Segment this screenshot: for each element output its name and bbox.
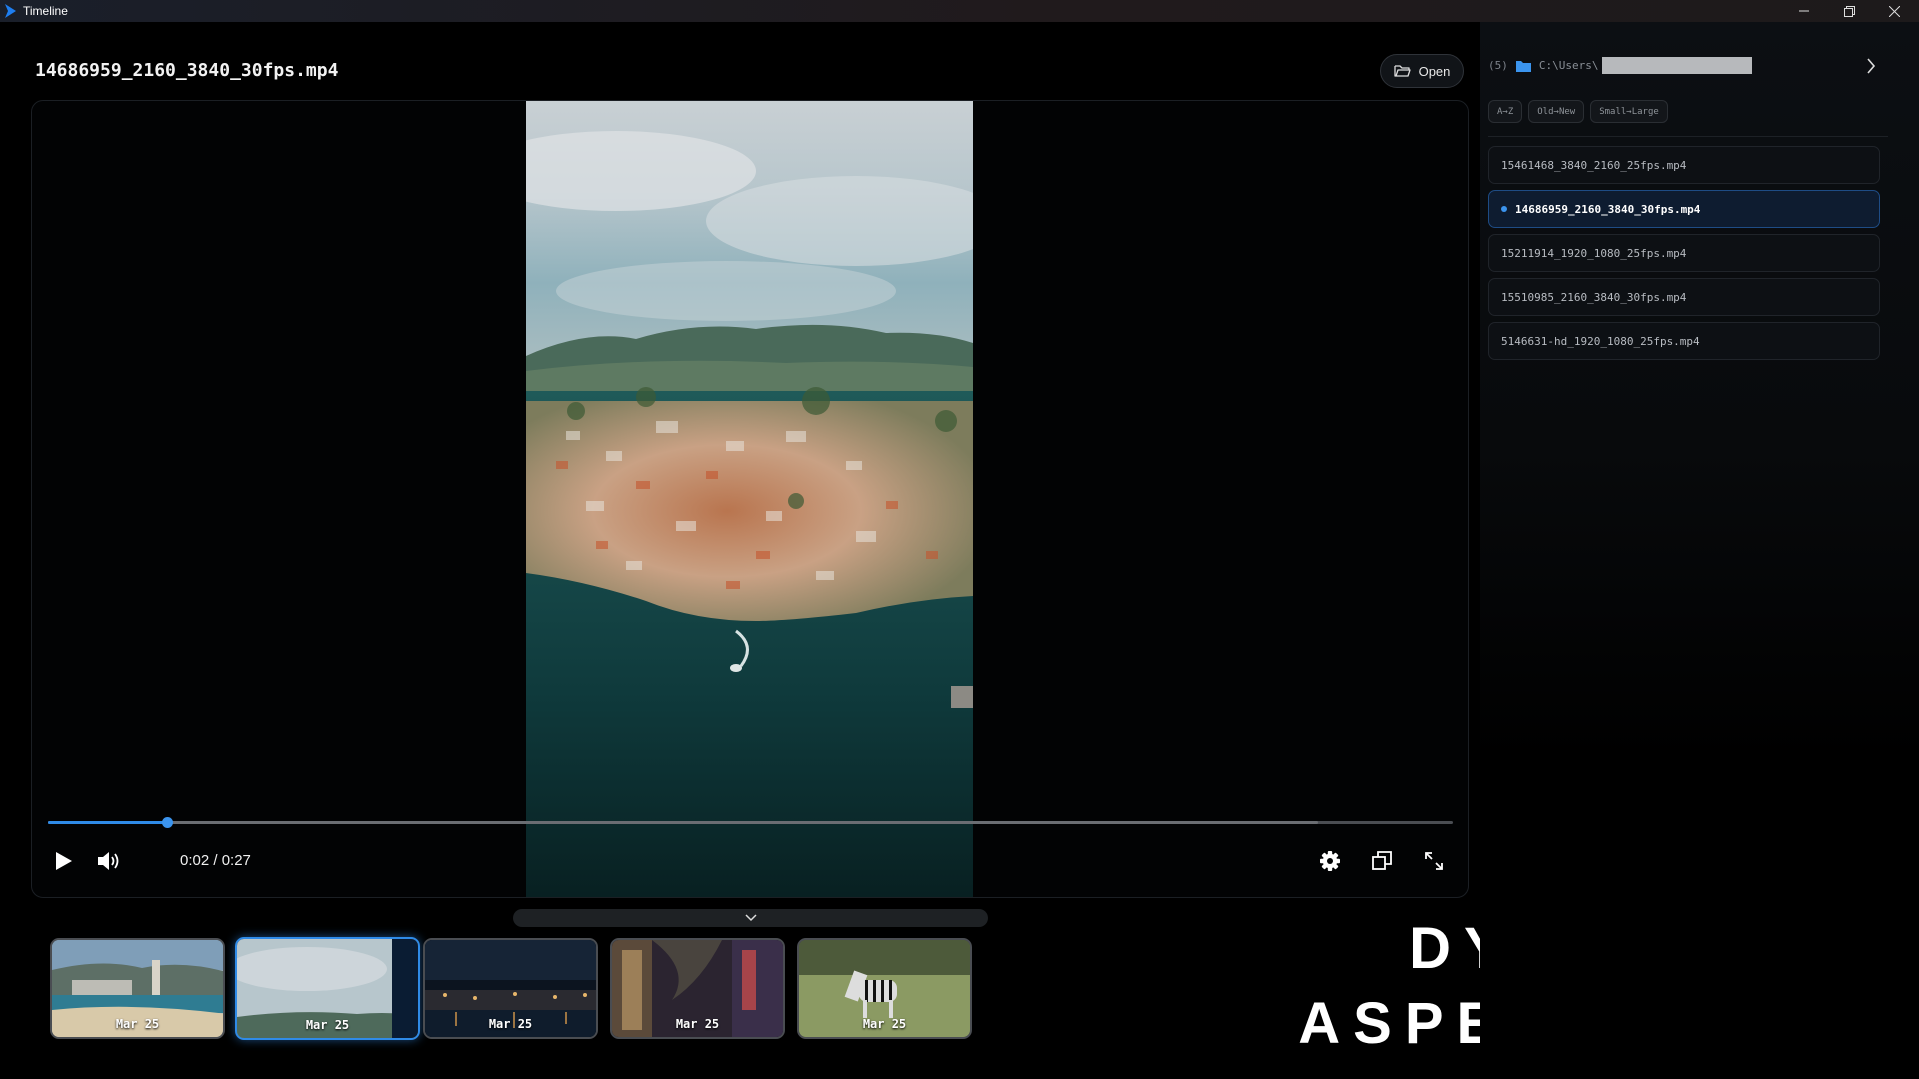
minimize-icon[interactable]: [1782, 0, 1826, 22]
video-frame: [526, 101, 973, 897]
sort-size-button[interactable]: Small→Large: [1590, 100, 1668, 123]
fullscreen-button[interactable]: [1419, 847, 1449, 875]
app-icon: [5, 4, 16, 18]
settings-button[interactable]: [1315, 847, 1345, 875]
thumbnail-night-city[interactable]: Mar 25: [423, 938, 598, 1039]
thumbnail-aerial-town[interactable]: Mar 25: [235, 937, 420, 1040]
file-list-item[interactable]: 15211914_1920_1080_25fps.mp4: [1488, 234, 1880, 272]
aerial-town-video-image: [526, 101, 973, 897]
open-button-label: Open: [1418, 63, 1451, 79]
thumbnail-beach[interactable]: Mar 25: [50, 938, 225, 1039]
thumbnail-date: Mar 25: [305, 1018, 350, 1032]
chevron-down-icon: [744, 914, 757, 922]
title-bar: Timeline: [0, 0, 1919, 22]
folder-icon: [1515, 60, 1531, 72]
file-list-item-selected[interactable]: 14686959_2160_3840_30fps.mp4: [1488, 190, 1880, 228]
file-name: 15461468_3840_2160_25fps.mp4: [1501, 158, 1687, 172]
file-name: 15211914_1920_1080_25fps.mp4: [1501, 246, 1687, 260]
thumbnail-street-night[interactable]: Mar 25: [610, 938, 785, 1039]
chevron-right-icon: [1867, 58, 1876, 74]
seek-bar[interactable]: [48, 817, 1453, 828]
open-button[interactable]: Open: [1380, 54, 1464, 88]
sort-name-button[interactable]: A→Z: [1488, 100, 1523, 123]
picture-in-picture-button[interactable]: [1367, 847, 1397, 875]
gear-icon: [1320, 851, 1340, 871]
selected-indicator-icon: [1501, 206, 1507, 212]
collapse-panel-button[interactable]: [1866, 58, 1876, 78]
thumbnail-date: Mar 25: [488, 1017, 533, 1031]
play-button[interactable]: [48, 847, 80, 875]
file-list-item[interactable]: 5146631-hd_1920_1080_25fps.mp4: [1488, 322, 1880, 360]
file-list: 15461468_3840_2160_25fps.mp4 14686959_21…: [1488, 146, 1880, 366]
thumbnail-date: Mar 25: [862, 1017, 907, 1031]
window-title: Timeline: [23, 4, 68, 18]
thumbnail-date: Mar 25: [115, 1017, 160, 1031]
volume-icon: [98, 852, 119, 870]
close-icon[interactable]: [1872, 0, 1916, 22]
volume-button[interactable]: [94, 847, 126, 875]
video-player[interactable]: 0:02 / 0:27: [31, 100, 1469, 898]
redacted-path-segment: [1602, 57, 1753, 74]
seek-bar-progress: [48, 821, 168, 824]
folder-path-row: (5) C:\Users\: [1488, 57, 1753, 74]
video-title: 14686959_2160_3840_30fps.mp4: [35, 60, 339, 81]
file-count: (5): [1488, 59, 1508, 72]
thumbnail-collapse-toggle[interactable]: [513, 909, 988, 927]
picture-in-picture-icon: [1372, 851, 1392, 870]
folder-path[interactable]: C:\Users\: [1539, 59, 1599, 72]
file-name: 14686959_2160_3840_30fps.mp4: [1515, 202, 1701, 216]
sort-options: A→Z Old→New Small→Large: [1488, 100, 1668, 123]
sort-date-button[interactable]: Old→New: [1528, 100, 1585, 123]
file-list-item[interactable]: 15461468_3840_2160_25fps.mp4: [1488, 146, 1880, 184]
file-list-item[interactable]: 15510985_2160_3840_30fps.mp4: [1488, 278, 1880, 316]
restore-icon[interactable]: [1827, 0, 1871, 22]
file-name: 5146631-hd_1920_1080_25fps.mp4: [1501, 334, 1700, 348]
play-icon: [56, 852, 72, 870]
fullscreen-icon: [1425, 852, 1443, 870]
thumbnail-zebra[interactable]: Mar 25: [797, 938, 972, 1039]
panel-divider: [1488, 136, 1888, 137]
thumbnail-date: Mar 25: [675, 1017, 720, 1031]
folder-open-icon: [1393, 65, 1411, 77]
seek-bar-thumb[interactable]: [162, 817, 174, 828]
file-name: 15510985_2160_3840_30fps.mp4: [1501, 290, 1687, 304]
seek-bar-buffered: [48, 821, 1319, 824]
time-display: 0:02 / 0:27: [180, 852, 251, 869]
